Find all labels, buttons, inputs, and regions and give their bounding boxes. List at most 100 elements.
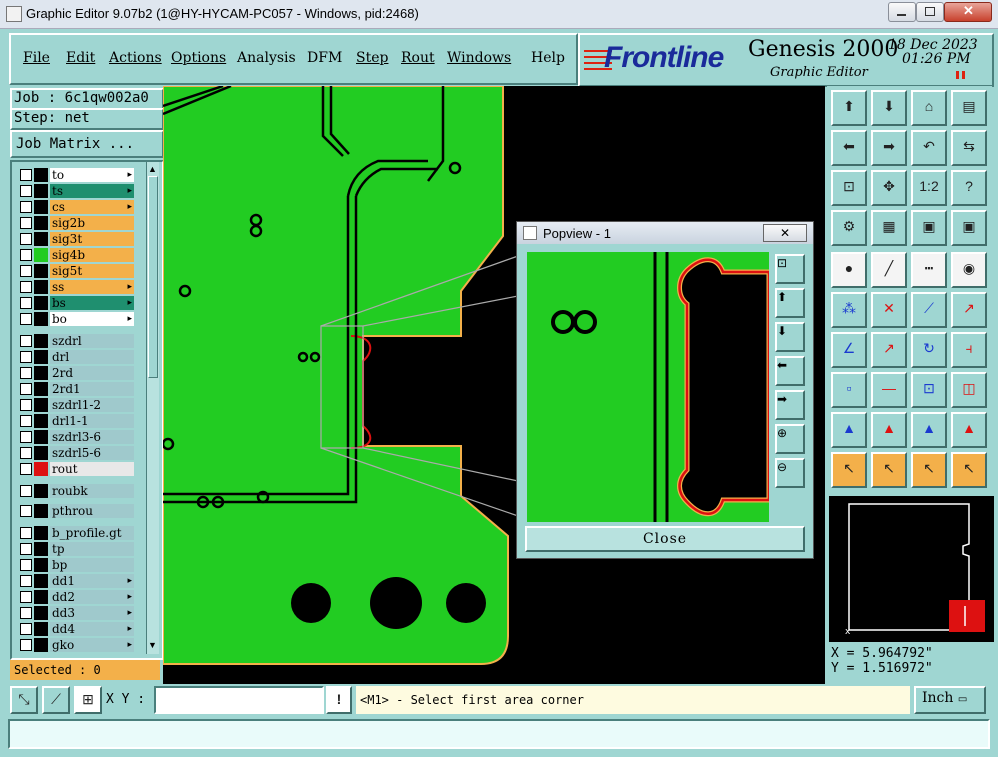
frame-icon[interactable]: ⊡ <box>911 372 947 408</box>
point-icon[interactable]: ↗ <box>951 292 987 328</box>
layer-color-swatch[interactable] <box>34 574 48 588</box>
layer-name[interactable]: pthrou <box>50 504 134 518</box>
layer-menu-icon[interactable]: ▸ <box>127 296 132 310</box>
layer-menu-icon[interactable]: ▸ <box>127 574 132 588</box>
layer-name[interactable]: bs ▸ <box>50 296 134 310</box>
layer-row-roubk[interactable]: roubk <box>16 484 134 498</box>
layer-name[interactable]: to ▸ <box>50 168 134 182</box>
layer-color-swatch[interactable] <box>34 398 48 412</box>
arc-icon[interactable]: ⟋ <box>911 292 947 328</box>
bar-icon[interactable]: — <box>871 372 907 408</box>
layer-menu-icon[interactable]: ▸ <box>127 168 132 182</box>
layer-color-swatch[interactable] <box>34 248 48 262</box>
popview-zoom-home-icon[interactable]: ⊡ <box>775 254 805 284</box>
zoom-area-icon[interactable]: ⤡ <box>10 686 38 714</box>
layer-name[interactable]: gko ▸ <box>50 638 134 652</box>
layer-row-b-profile-gt[interactable]: b_profile.gt <box>16 526 134 540</box>
layer-row-dd3[interactable]: dd3 ▸ <box>16 606 134 620</box>
layer-color-swatch[interactable] <box>34 312 48 326</box>
move-right-icon[interactable]: ➡ <box>871 130 907 166</box>
layer-color-swatch[interactable] <box>34 526 48 540</box>
layer-color-swatch[interactable] <box>34 484 48 498</box>
xy-input[interactable] <box>154 686 324 714</box>
layer-name[interactable]: sig3t <box>50 232 134 246</box>
minimize-button[interactable] <box>888 2 916 22</box>
layer-name[interactable]: szdrl3-6 <box>50 430 134 444</box>
node-icon[interactable]: ⁂ <box>831 292 867 328</box>
layer-name[interactable]: szdrl5-6 <box>50 446 134 460</box>
zoom-fit-icon[interactable]: ⊡ <box>831 170 867 206</box>
layer-menu-icon[interactable]: ▸ <box>127 590 132 604</box>
layer-checkbox[interactable] <box>20 233 32 245</box>
layer-checkbox[interactable] <box>20 559 32 571</box>
layer-checkbox[interactable] <box>20 313 32 325</box>
select-area-icon[interactable]: ↖ <box>871 452 907 488</box>
layer-color-swatch[interactable] <box>34 504 48 518</box>
layer-checkbox[interactable] <box>20 527 32 539</box>
layer-color-swatch[interactable] <box>34 638 48 652</box>
layer-row-pthrou[interactable]: pthrou <box>16 504 134 518</box>
popview-canvas[interactable] <box>527 252 769 522</box>
popview-close-button[interactable]: Close <box>525 526 805 552</box>
layer-checkbox[interactable] <box>20 431 32 443</box>
popview-zoom-in-icon[interactable]: ⊕ <box>775 424 805 454</box>
arrow-tri-3-icon[interactable]: ▲ <box>911 412 947 448</box>
layer-name[interactable]: ss ▸ <box>50 280 134 294</box>
layer-row-ss[interactable]: ss ▸ <box>16 280 134 294</box>
popview-titlebar[interactable]: Popview - 1 ✕ <box>517 222 813 244</box>
layer-checkbox[interactable] <box>20 335 32 347</box>
popview-pan-up-icon[interactable]: ⬆ <box>775 288 805 318</box>
pad-icon[interactable]: ● <box>831 252 867 288</box>
save-icon[interactable]: ⬇ <box>871 90 907 126</box>
layer-name[interactable]: roubk <box>50 484 134 498</box>
layer-name[interactable]: dd3 ▸ <box>50 606 134 620</box>
layer-color-swatch[interactable] <box>34 264 48 278</box>
select-net-icon[interactable]: ↖ <box>951 452 987 488</box>
layer-name[interactable]: rout <box>50 462 134 476</box>
layer-checkbox[interactable] <box>20 351 32 363</box>
select-mask-icon[interactable]: ↖ <box>911 452 947 488</box>
scroll-down-icon[interactable]: ▼ <box>148 640 157 650</box>
arrow-tri-2-icon[interactable]: ▲ <box>871 412 907 448</box>
popview-pan-left-icon[interactable]: ⬅ <box>775 356 805 386</box>
layer-row-szdrl[interactable]: szdrl <box>16 334 134 348</box>
popview-close-icon[interactable]: ✕ <box>763 224 807 242</box>
popview-pan-right-icon[interactable]: ➡ <box>775 390 805 420</box>
layer-checkbox[interactable] <box>20 383 32 395</box>
layer-color-swatch[interactable] <box>34 606 48 620</box>
pan-icon[interactable]: ✥ <box>871 170 907 206</box>
layer-name[interactable]: 2rd1 <box>50 382 134 396</box>
layer-menu-icon[interactable]: ▸ <box>127 200 132 214</box>
select-arrow-icon[interactable]: ↖ <box>831 452 867 488</box>
layer-row-szdrl1-2[interactable]: szdrl1-2 <box>16 398 134 412</box>
menu-file[interactable]: File <box>23 50 50 66</box>
menu-options[interactable]: Options <box>171 50 226 66</box>
layer-checkbox[interactable] <box>20 281 32 293</box>
menu-analysis[interactable]: Analysis <box>237 50 296 66</box>
line-icon[interactable]: ╱ <box>871 252 907 288</box>
layer-checkbox[interactable] <box>20 505 32 517</box>
layer-name[interactable]: b_profile.gt <box>50 526 134 540</box>
layer-color-swatch[interactable] <box>34 430 48 444</box>
layer-checkbox[interactable] <box>20 575 32 587</box>
layer-checkbox[interactable] <box>20 485 32 497</box>
popview-window[interactable]: Popview - 1 ✕ ⊡ ⬆ ⬇ ⬅ ➡ ⊕ ⊖ Close <box>516 221 814 559</box>
layer-row-rout[interactable]: rout <box>16 462 134 476</box>
layer-name[interactable]: drl <box>50 350 134 364</box>
layer-name[interactable]: dd1 ▸ <box>50 574 134 588</box>
dim-icon[interactable]: ▫ <box>831 372 867 408</box>
maximize-button[interactable] <box>916 2 944 22</box>
layer-checkbox[interactable] <box>20 217 32 229</box>
layer-row-ts[interactable]: ts ▸ <box>16 184 134 198</box>
layer-checkbox[interactable] <box>20 463 32 475</box>
layer-row-2rd1[interactable]: 2rd1 <box>16 382 134 396</box>
layer-row-sig3t[interactable]: sig3t <box>16 232 134 246</box>
home-icon[interactable]: ⌂ <box>911 90 947 126</box>
help-icon[interactable]: ? <box>951 170 987 206</box>
layer-checkbox[interactable] <box>20 415 32 427</box>
layer-row-dd1[interactable]: dd1 ▸ <box>16 574 134 588</box>
close-window-button[interactable]: ✕ <box>944 2 992 22</box>
layer-name[interactable]: bp <box>50 558 134 572</box>
layer-checkbox[interactable] <box>20 447 32 459</box>
layer-color-swatch[interactable] <box>34 334 48 348</box>
